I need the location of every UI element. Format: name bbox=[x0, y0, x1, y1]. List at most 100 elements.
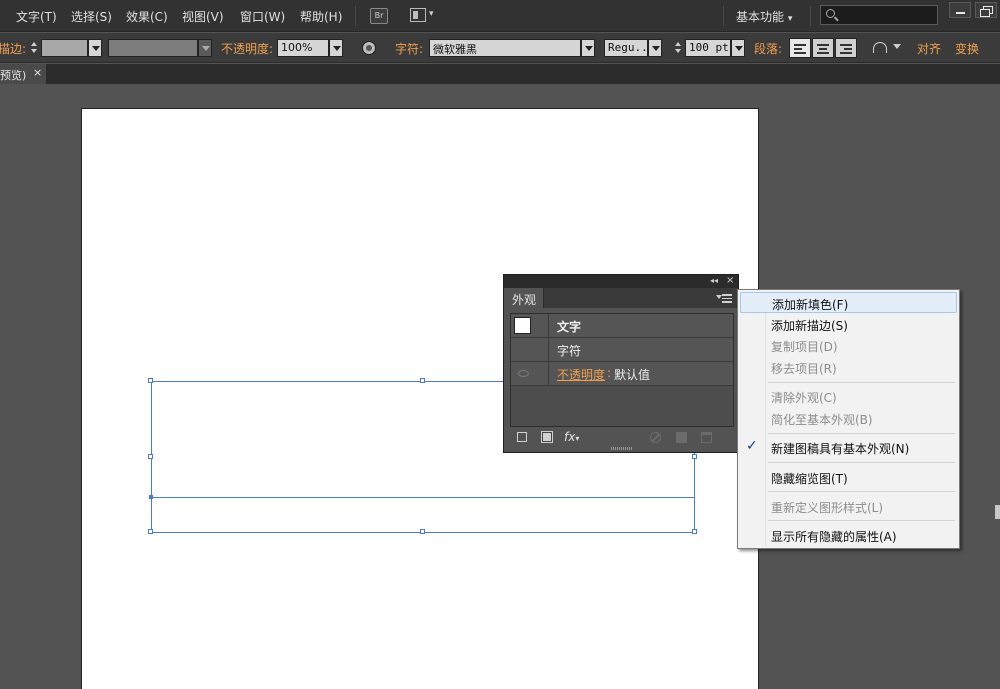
align-panel-link[interactable]: 对齐 bbox=[917, 40, 941, 57]
opacity-link[interactable]: 不透明度 bbox=[557, 366, 605, 383]
variable-width-dropdown[interactable] bbox=[198, 39, 212, 57]
opacity-field[interactable]: 100% bbox=[277, 39, 329, 57]
menu-item-add-new-stroke[interactable]: 添加新描边(S) bbox=[740, 314, 957, 335]
object-type-label: 文字 bbox=[557, 320, 582, 334]
fx-icon: fx bbox=[564, 430, 576, 444]
menu-item-add-new-fill[interactable]: 添加新填色(F) bbox=[740, 292, 957, 313]
collapse-icon[interactable]: ◂◂ bbox=[710, 276, 718, 285]
menu-item-clear-appearance: 清除外观(C) bbox=[740, 386, 957, 407]
search-field[interactable] bbox=[820, 5, 938, 25]
font-style-field[interactable]: Regu... bbox=[604, 39, 648, 57]
opacity-dropdown[interactable] bbox=[329, 39, 343, 57]
variable-width-field[interactable] bbox=[108, 39, 198, 57]
character-label[interactable]: 字符: bbox=[395, 40, 423, 57]
menu-separator bbox=[768, 520, 955, 521]
visibility-cell bbox=[511, 338, 549, 361]
chevron-down-icon: ▾ bbox=[787, 14, 793, 24]
recolor-artwork-icon[interactable] bbox=[362, 41, 376, 55]
font-style-dropdown[interactable] bbox=[648, 39, 662, 57]
menu-effect[interactable]: 效果(C) bbox=[126, 8, 168, 25]
checkmark-icon: ✓ bbox=[746, 438, 758, 454]
appearance-panel: ◂◂ × 外观 文字 字符 不透明度 : 默认值 fx▾ bbox=[503, 274, 739, 453]
minimize-icon[interactable] bbox=[949, 2, 971, 18]
menu-item-remove-item: 移去项目(R) bbox=[740, 357, 957, 378]
menu-item-label: 简化至基本外观(B) bbox=[771, 413, 873, 427]
font-family-dropdown[interactable] bbox=[581, 39, 595, 57]
clear-appearance-icon[interactable] bbox=[650, 432, 661, 443]
transform-panel-link[interactable]: 变换 bbox=[955, 40, 979, 57]
stroke-weight-dropdown[interactable] bbox=[88, 39, 102, 57]
appearance-row-opacity[interactable]: 不透明度 : 默认值 bbox=[511, 362, 733, 386]
tab-appearance[interactable]: 外观 bbox=[504, 288, 544, 308]
menu-type[interactable]: 文字(T) bbox=[16, 8, 57, 25]
resize-grip-icon[interactable] bbox=[611, 447, 633, 450]
eye-icon[interactable] bbox=[518, 370, 529, 377]
panel-title-bar[interactable]: ◂◂ × bbox=[504, 275, 738, 288]
add-fill-icon[interactable] bbox=[541, 431, 553, 443]
align-left-button[interactable] bbox=[789, 38, 811, 58]
close-icon[interactable]: × bbox=[726, 275, 734, 286]
menu-separator bbox=[810, 6, 811, 26]
menu-separator bbox=[768, 382, 955, 383]
envelope-distort-icon[interactable] bbox=[873, 42, 887, 53]
bridge-button[interactable]: Br bbox=[370, 8, 388, 24]
panel-tab-label: 外观 bbox=[512, 293, 537, 307]
close-icon[interactable]: × bbox=[33, 66, 42, 79]
menu-select[interactable]: 选择(S) bbox=[71, 8, 112, 25]
characters-label: 字符 bbox=[557, 344, 582, 358]
menu-window[interactable]: 窗口(W) bbox=[240, 8, 285, 25]
resize-handle[interactable] bbox=[692, 454, 697, 459]
add-stroke-icon[interactable] bbox=[517, 432, 527, 442]
appearance-row-object[interactable]: 文字 bbox=[511, 314, 733, 338]
paragraph-label[interactable]: 段落: bbox=[754, 40, 782, 57]
arrange-documents-icon[interactable] bbox=[410, 8, 426, 22]
trash-icon[interactable] bbox=[701, 432, 712, 443]
menu-item-label: 移去项目(R) bbox=[771, 362, 837, 376]
workspace-switcher[interactable]: 基本功能 ▾ bbox=[736, 8, 792, 25]
stroke-weight-stepper[interactable] bbox=[29, 39, 39, 57]
chevron-down-icon[interactable] bbox=[893, 44, 901, 49]
menu-separator bbox=[355, 6, 356, 26]
menu-help[interactable]: 帮助(H) bbox=[300, 8, 342, 25]
font-size-field[interactable]: 100 pt bbox=[685, 39, 731, 57]
align-center-button[interactable] bbox=[812, 38, 834, 58]
chevron-down-icon: ▾ bbox=[575, 434, 580, 443]
resize-handle[interactable] bbox=[420, 378, 425, 383]
duplicate-item-icon[interactable] bbox=[676, 432, 687, 443]
resize-handle[interactable] bbox=[148, 454, 153, 459]
menu-item-show-all-hidden-attributes[interactable]: 显示所有隐藏的属性(A) bbox=[740, 525, 957, 546]
menu-item-reduce-to-basic: 简化至基本外观(B) bbox=[740, 408, 957, 429]
resize-handle[interactable] bbox=[148, 529, 153, 534]
resize-handle[interactable] bbox=[692, 529, 697, 534]
menu-item-new-art-basic-appearance[interactable]: ✓ 新建图稿具有基本外观(N) bbox=[740, 437, 957, 458]
menu-item-label: 重新定义图形样式(L) bbox=[771, 501, 884, 515]
font-size-stepper[interactable] bbox=[673, 39, 683, 57]
add-effect-button[interactable]: fx▾ bbox=[564, 430, 579, 444]
document-tab[interactable]: 预览) × bbox=[0, 64, 46, 84]
menu-item-hide-thumbnail[interactable]: 隐藏缩览图(T) bbox=[740, 467, 957, 488]
stroke-label: 描边: bbox=[0, 42, 27, 56]
opacity-label[interactable]: 不透明度: bbox=[221, 40, 273, 57]
text-anchor-point[interactable] bbox=[149, 495, 153, 499]
font-size-dropdown[interactable] bbox=[731, 39, 745, 57]
menu-item-duplicate-item: 复制项目(D) bbox=[740, 335, 957, 356]
opacity-value: 默认值 bbox=[614, 368, 651, 382]
scrollbar-thumb[interactable] bbox=[995, 505, 1000, 519]
stroke-weight-field[interactable] bbox=[41, 39, 88, 57]
font-family-field[interactable]: 微软雅黑 bbox=[429, 39, 581, 57]
panel-menu-icon[interactable] bbox=[716, 294, 732, 303]
menu-separator bbox=[768, 433, 955, 434]
menu-bar: 文字(T) 选择(S) 效果(C) 视图(V) 窗口(W) 帮助(H) Br ▾… bbox=[0, 0, 1000, 32]
appearance-row-characters[interactable]: 字符 bbox=[511, 338, 733, 362]
menu-separator bbox=[768, 491, 955, 492]
chevron-down-icon[interactable]: ▾ bbox=[429, 9, 434, 19]
menu-separator bbox=[723, 6, 724, 26]
align-right-button[interactable] bbox=[835, 38, 857, 58]
resize-handle[interactable] bbox=[148, 378, 153, 383]
menu-view[interactable]: 视图(V) bbox=[182, 8, 224, 25]
restore-icon[interactable] bbox=[975, 2, 997, 18]
resize-handle[interactable] bbox=[420, 529, 425, 534]
menu-item-redefine-graphic-style: 重新定义图形样式(L) bbox=[740, 496, 957, 517]
document-tab-label: 预览) bbox=[0, 69, 27, 82]
appearance-flyout-menu: 添加新填色(F) 添加新描边(S) 复制项目(D) 移去项目(R) 清除外观(C… bbox=[737, 289, 960, 549]
